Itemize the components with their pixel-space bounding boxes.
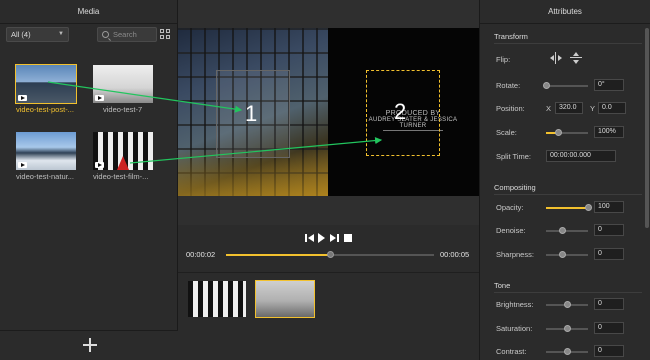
region-number-2: 2 [394, 99, 407, 124]
current-time: 00:00:02 [186, 250, 216, 259]
rotate-slider[interactable] [543, 82, 588, 89]
opacity-label: Opacity: [496, 203, 524, 212]
flip-horizontal-icon[interactable] [550, 52, 562, 64]
next-frame-icon[interactable] [330, 233, 340, 243]
media-toolbar: All (4) ▼ Search [6, 27, 171, 43]
media-item-thumbnail-4[interactable] [93, 132, 153, 170]
sharpness-field[interactable]: 0 [594, 248, 624, 260]
add-media-bar [0, 330, 178, 360]
attributes-panel-title: Attributes [480, 0, 650, 24]
video-icon [18, 95, 27, 101]
previous-frame-icon[interactable] [305, 233, 315, 243]
center-panel: PRODUCED BY AUDREY SLATER & JESSICA TURN… [178, 0, 479, 360]
sharpness-slider[interactable] [546, 251, 588, 258]
play-icon[interactable] [318, 233, 326, 243]
grid-view-icon[interactable] [160, 29, 170, 39]
media-item-label-4: video-test-film-... [93, 172, 149, 181]
brightness-slider[interactable] [546, 301, 588, 308]
contrast-slider[interactable] [546, 348, 588, 355]
media-filter-dropdown[interactable]: All (4) ▼ [6, 27, 69, 42]
media-item-thumbnail-1[interactable] [15, 64, 77, 104]
attributes-scrollbar[interactable] [645, 28, 649, 228]
section-transform: Transform [494, 32, 528, 41]
media-item-label-2: video-test-7 [103, 105, 143, 114]
denoise-slider[interactable] [546, 227, 588, 234]
scale-slider[interactable] [546, 129, 588, 136]
section-tone: Tone [494, 281, 511, 290]
denoise-knob[interactable] [559, 227, 566, 234]
flip-vertical-icon[interactable] [570, 52, 582, 64]
add-media-icon[interactable] [83, 338, 97, 352]
brightness-knob[interactable] [564, 301, 571, 308]
split-time-field[interactable]: 00:00:00.000 [546, 150, 616, 162]
position-label: Position: [496, 104, 525, 113]
opacity-fill [546, 207, 588, 209]
total-time: 00:00:05 [440, 250, 470, 259]
timeline-clip-2[interactable] [255, 280, 315, 318]
region-number-1: 1 [245, 101, 258, 126]
chevron-down-icon: ▼ [58, 31, 64, 37]
scale-knob[interactable] [555, 129, 562, 136]
scale-field[interactable]: 100% [594, 126, 624, 138]
section-compositing: Compositing [494, 183, 536, 192]
brightness-label: Brightness: [496, 300, 534, 309]
scale-label: Scale: [496, 128, 517, 137]
opacity-slider[interactable] [546, 204, 592, 211]
position-y-label: Y [590, 104, 596, 113]
video-icon [95, 162, 104, 168]
film-artwork [117, 156, 129, 170]
contrast-field[interactable]: 0 [594, 345, 624, 357]
search-icon [102, 31, 109, 38]
video-icon [18, 162, 27, 168]
timeline [178, 272, 479, 360]
progress-knob[interactable] [327, 251, 334, 258]
saturation-field[interactable]: 0 [594, 322, 624, 334]
position-x-field[interactable]: 320.0 [555, 102, 583, 114]
brightness-field[interactable]: 0 [594, 298, 624, 310]
rotate-label: Rotate: [496, 81, 521, 90]
split-time-label: Split Time: [496, 152, 532, 161]
attributes-panel: Attributes Transform Flip: Rotate: 0° Po… [479, 0, 650, 360]
denoise-label: Denoise: [496, 226, 526, 235]
flip-label: Flip: [496, 55, 511, 64]
progress-slider[interactable] [226, 251, 434, 258]
media-filter-value: All (4) [11, 30, 31, 39]
video-icon [95, 95, 104, 101]
saturation-slider[interactable] [546, 325, 588, 332]
media-search-input[interactable]: Search [97, 27, 157, 42]
sharpness-label: Sharpness: [496, 250, 534, 259]
saturation-knob[interactable] [564, 325, 571, 332]
media-item-label-1: video-test-post-... [16, 105, 74, 114]
opacity-knob[interactable] [585, 204, 592, 211]
video-preview: PRODUCED BY AUDREY SLATER & JESSICA TURN… [178, 0, 479, 225]
contrast-knob[interactable] [564, 348, 571, 355]
media-item-label-3: video-test-natur... [16, 172, 74, 181]
position-y-field[interactable]: 0.0 [598, 102, 626, 114]
position-x-label: X [546, 104, 552, 113]
contrast-label: Contrast: [496, 347, 527, 356]
timeline-clip-1[interactable] [188, 281, 246, 317]
playback-controls: 00:00:02 00:00:05 [178, 228, 479, 272]
search-placeholder: Search [113, 30, 137, 39]
saturation-label: Saturation: [496, 324, 533, 333]
opacity-field[interactable]: 100 [594, 201, 624, 213]
progress-fill [226, 254, 330, 256]
rotate-knob[interactable] [543, 82, 550, 89]
sharpness-knob[interactable] [559, 251, 566, 258]
media-panel-title: Media [0, 0, 177, 24]
media-item-thumbnail-3[interactable] [16, 132, 76, 170]
media-panel: Media All (4) ▼ Search video-test-post-.… [0, 0, 178, 360]
rotate-field[interactable]: 0° [594, 79, 624, 91]
stop-icon[interactable] [344, 234, 352, 242]
denoise-field[interactable]: 0 [594, 224, 624, 236]
media-item-thumbnail-2[interactable] [93, 65, 153, 103]
